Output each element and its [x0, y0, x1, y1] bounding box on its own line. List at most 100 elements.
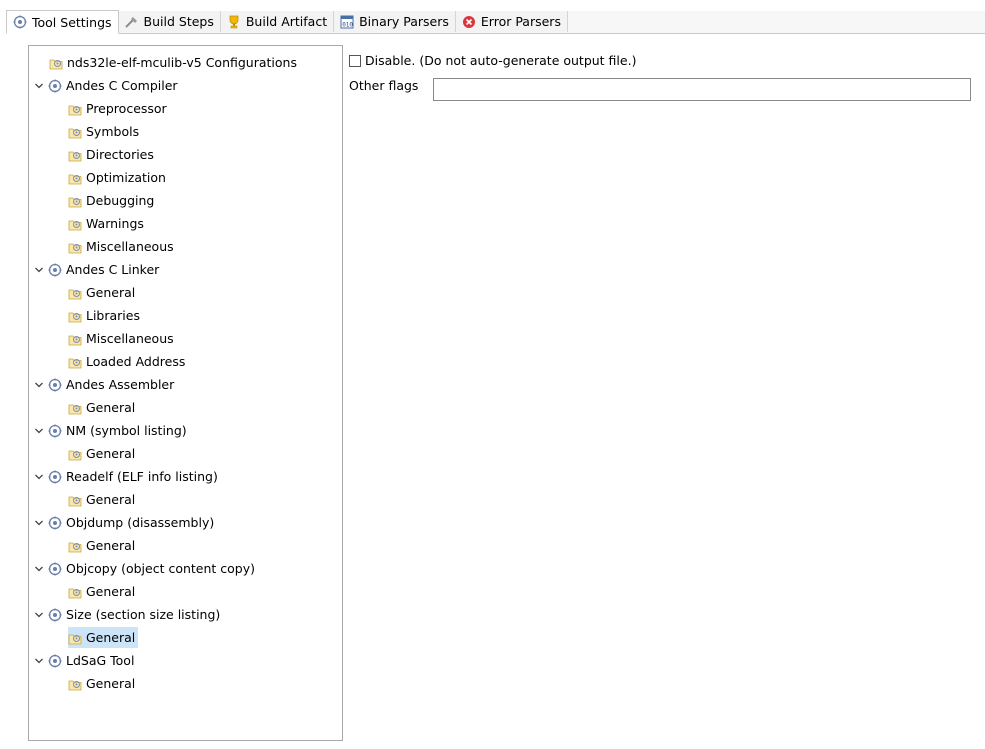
tab-build-steps[interactable]: Build Steps [118, 11, 221, 32]
expand-chevron-icon[interactable] [33, 379, 45, 391]
other-flags-input[interactable] [433, 78, 971, 101]
option-category-icon [68, 125, 82, 139]
tool-gear-icon [48, 79, 62, 93]
option-category-icon [68, 585, 82, 599]
tree-leaf-item[interactable]: Optimization [68, 167, 166, 188]
expand-chevron-icon[interactable] [33, 517, 45, 529]
tool-gear-icon [48, 516, 62, 530]
tab-binary-parsers[interactable]: 010 Binary Parsers [334, 11, 456, 32]
tree-leaf-item[interactable]: Directories [68, 144, 154, 165]
tree-tool-node[interactable]: Objcopy (object content copy) [33, 558, 255, 579]
tree-item-label: LdSaG Tool [66, 653, 135, 668]
expand-chevron-icon[interactable] [33, 264, 45, 276]
option-category-icon [68, 493, 82, 507]
tree-tool-node[interactable]: Objdump (disassembly) [33, 512, 214, 533]
binary-parsers-icon: 010 [340, 15, 354, 28]
tool-gear-icon [48, 263, 62, 277]
tree-item-label: Warnings [86, 216, 144, 231]
tree-item-label: Directories [86, 147, 154, 162]
option-category-icon [68, 217, 82, 231]
disable-checkbox[interactable] [349, 54, 361, 67]
tab-label: Binary Parsers [359, 14, 449, 29]
option-category-icon [68, 240, 82, 254]
tool-settings-icon [13, 15, 27, 29]
tree-item-label: Loaded Address [86, 354, 186, 369]
tree-leaf-item[interactable]: Miscellaneous [68, 236, 174, 257]
tab-build-artifact[interactable]: Build Artifact [220, 11, 335, 32]
disable-option[interactable]: Disable. (Do not auto-generate output fi… [349, 53, 636, 68]
tree-leaf-item[interactable]: General [68, 581, 135, 602]
tree-item-label: General [86, 400, 136, 415]
option-category-icon [68, 171, 82, 185]
tree-leaf-item[interactable]: General [68, 673, 135, 694]
option-category-icon [68, 631, 82, 645]
tree-leaf-item[interactable]: General [68, 282, 135, 303]
option-category-icon [68, 309, 82, 323]
expand-chevron-icon[interactable] [33, 563, 45, 575]
tab-bar: Tool Settings Build Steps Build Artifact… [6, 10, 985, 34]
option-category-icon [68, 401, 82, 415]
tree-item-label: Andes C Compiler [66, 78, 178, 93]
tree-tool-node[interactable]: Andes C Linker [33, 259, 159, 280]
tree-item-label: NM (symbol listing) [66, 423, 187, 438]
tool-gear-icon [48, 378, 62, 392]
tree-item-label: General [86, 676, 136, 691]
tab-error-parsers[interactable]: Error Parsers [455, 11, 568, 32]
tree-tool-node[interactable]: LdSaG Tool [33, 650, 134, 671]
tree-tool-node[interactable]: Andes C Compiler [33, 75, 178, 96]
tool-settings-tree[interactable]: nds32le-elf-mculib-v5 Configurations Ande… [28, 45, 343, 741]
expand-chevron-icon[interactable] [33, 80, 45, 92]
tree-leaf-item[interactable]: General [68, 489, 135, 510]
tab-label: Error Parsers [480, 14, 561, 29]
tree-item-label: Libraries [86, 308, 140, 323]
tree-item-label: Objcopy (object content copy) [66, 561, 256, 576]
tree-tool-node[interactable]: Andes Assembler [33, 374, 174, 395]
tree-item-label: Andes Assembler [66, 377, 175, 392]
tree-leaf-item[interactable]: Preprocessor [68, 98, 167, 119]
tree-item-label: Readelf (ELF info listing) [66, 469, 218, 484]
option-category-icon [49, 56, 63, 70]
expand-chevron-icon[interactable] [33, 655, 45, 667]
tree-tool-node[interactable]: NM (symbol listing) [33, 420, 187, 441]
build-artifact-icon [229, 15, 239, 28]
tree-tool-node[interactable]: Size (section size listing) [33, 604, 220, 625]
option-category-icon [68, 332, 82, 346]
expand-chevron-icon[interactable] [33, 425, 45, 437]
tree-leaf-item[interactable]: General [68, 627, 139, 648]
option-category-icon [68, 148, 82, 162]
option-category-icon [68, 194, 82, 208]
tree-leaf-item[interactable]: Miscellaneous [68, 328, 174, 349]
tree-leaf-item[interactable]: Symbols [68, 121, 139, 142]
tree-item-label: Miscellaneous [86, 239, 174, 254]
tree-tool-node[interactable]: Readelf (ELF info listing) [33, 466, 218, 487]
tool-gear-icon [48, 424, 62, 438]
tab-tool-settings[interactable]: Tool Settings [6, 10, 119, 34]
tree-item-label: Objdump (disassembly) [66, 515, 215, 530]
error-parsers-icon [462, 15, 475, 28]
tree-leaf-item[interactable]: Libraries [68, 305, 140, 326]
tab-label: Tool Settings [32, 14, 112, 30]
tree-item-label: General [86, 492, 136, 507]
expand-chevron-icon[interactable] [33, 471, 45, 483]
option-category-icon [68, 447, 82, 461]
expand-chevron-icon[interactable] [33, 609, 45, 621]
tree-item-label: Andes C Linker [66, 262, 160, 277]
tree-leaf-item[interactable]: Debugging [68, 190, 154, 211]
tree-leaf-item[interactable]: General [68, 443, 135, 464]
tree-item-label: General [86, 630, 136, 645]
option-category-icon [68, 539, 82, 553]
tree-leaf-item[interactable]: Warnings [68, 213, 144, 234]
option-category-icon [68, 677, 82, 691]
tree-item-label: Size (section size listing) [66, 607, 221, 622]
tool-gear-icon [48, 562, 62, 576]
tree-leaf-item[interactable]: General [68, 535, 135, 556]
tree-leaf-item[interactable]: General [68, 397, 135, 418]
tree-item-label: General [86, 446, 136, 461]
tool-gear-icon [48, 470, 62, 484]
tab-label: Build Steps [143, 14, 214, 29]
option-category-icon [68, 102, 82, 116]
tree-leaf-item[interactable]: nds32le-elf-mculib-v5 Configurations [49, 52, 297, 73]
option-category-icon [68, 286, 82, 300]
tree-leaf-item[interactable]: Loaded Address [68, 351, 185, 372]
other-flags-row: Other flags [349, 78, 418, 93]
